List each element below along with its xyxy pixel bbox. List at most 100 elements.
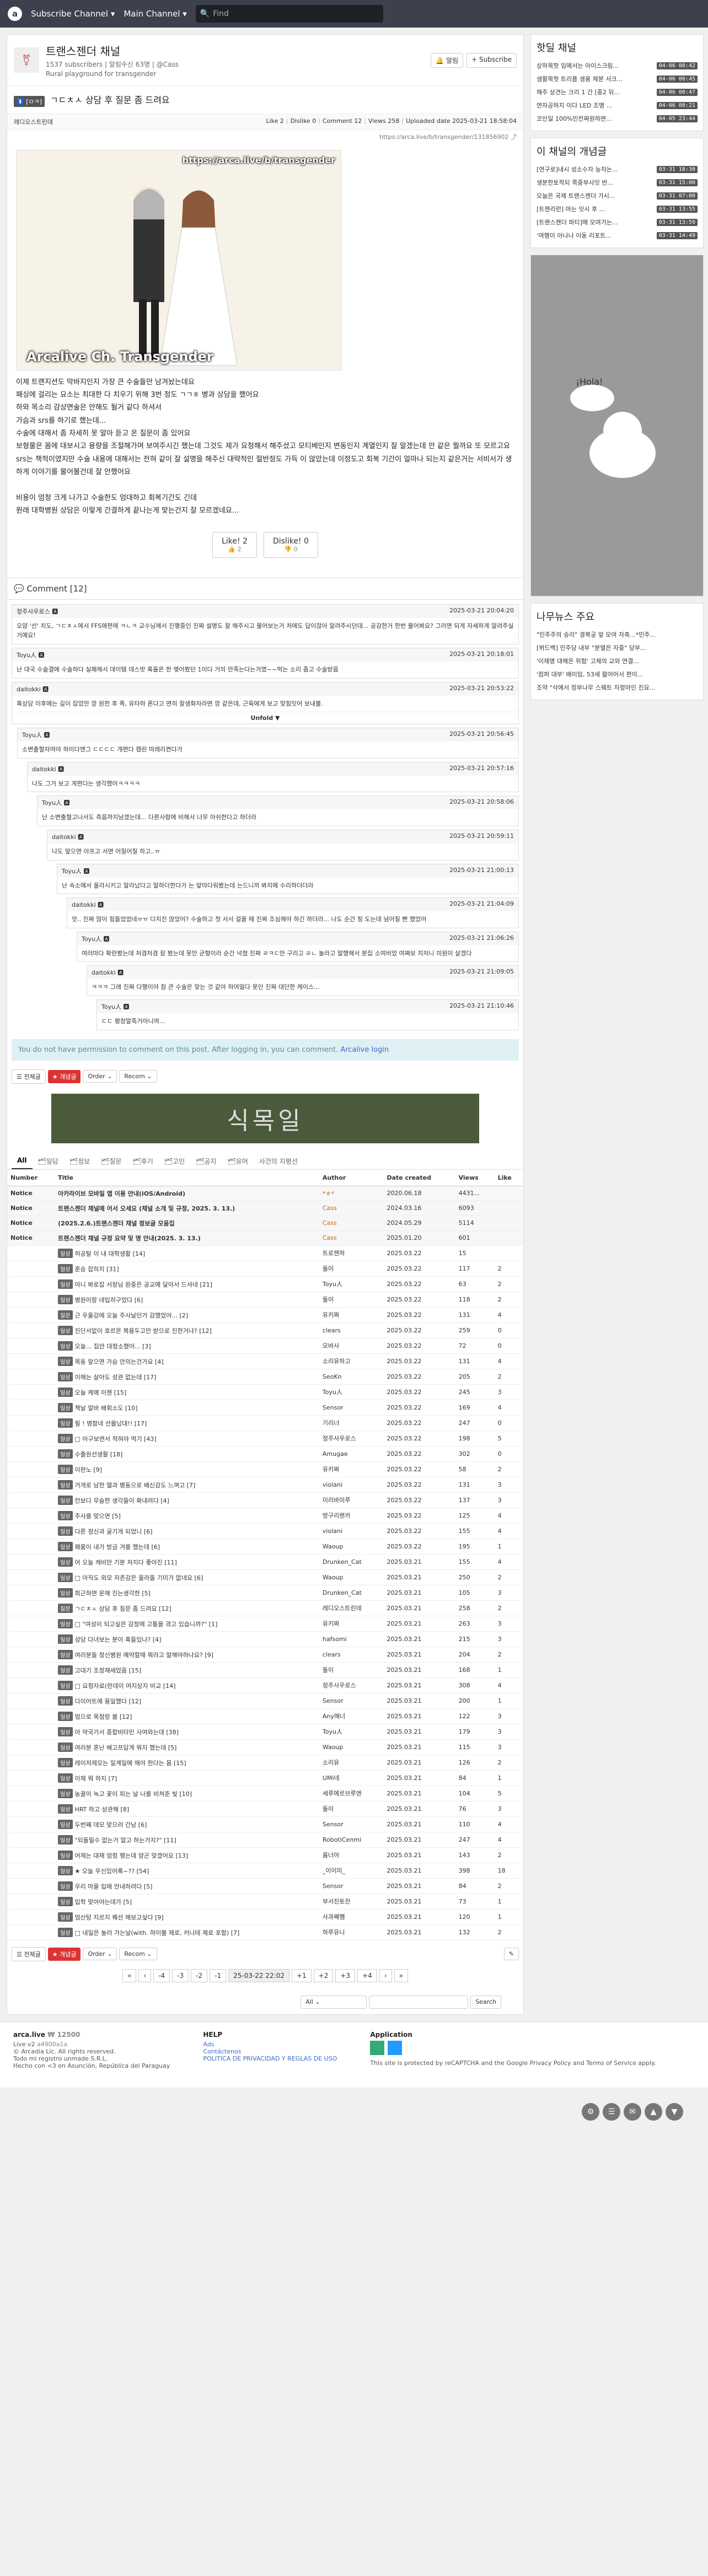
tab-category[interactable]: 🗂일담 [33,1153,64,1169]
table-row[interactable]: 일상 성당 다녀보는 분이 혹들있나? [4] hafsomi 2025.03.21… [7,1631,523,1647]
post-title[interactable]: 일상 □ 아구보면서 적혀야 먹기 [43] [55,1430,319,1446]
page-button[interactable]: › [379,1969,392,1982]
table-row[interactable]: 일상 아 약국가서 종합비타민 사여와는데 [38] Toyu人 2025.03.2… [7,1724,523,1740]
post-title[interactable]: 일상 □ 요청자료(란데이 여지상지 비교 [14] [55,1677,319,1693]
post-title[interactable]: 일상 주사를 맞으면 [5] [55,1508,319,1524]
post-title[interactable]: 일상 거개로 남천 떨과 병동으로 배신감도 느껴고 [7] [55,1477,319,1493]
post-url[interactable]: https://arca.live/b/transgender/13185690… [7,130,523,143]
table-row[interactable]: 일상 입학 맞아야는데가 [5] 부서진토잔 2025.03.21 73 1 [7,1894,523,1910]
post-title[interactable]: 일상 우리 마을 입에 안내하려다 [5] [55,1878,319,1894]
page-button[interactable]: +3 [335,1969,356,1982]
channel-title[interactable]: 트랜스젠더 채널 [46,42,179,58]
post-title[interactable]: 일상 오늘... 집안 대청소했어... [3] [55,1338,319,1354]
tab-category[interactable]: 🗂고민 [159,1153,190,1169]
footer-contact-link[interactable]: Contáctenos [203,2048,241,2055]
hotdeal-item[interactable]: 연자공하지 이다 LED 조명 ... 04-06 00:21 [537,99,698,112]
comment-author[interactable]: daitokki 🅰 [72,900,104,909]
post-title[interactable]: 일상 수출원선생활 [18] [55,1446,319,1462]
tab-category[interactable]: 🗂유머 [222,1153,253,1169]
table-row[interactable]: 일상 이제 뭐 하지 [7] UMi네 2025.03.21 84 1 [7,1770,523,1786]
table-row[interactable]: 일상 필 ! 명함네 선물났대!! [17] 기리너 2025.03.22 247 0 [7,1415,523,1431]
post-title[interactable]: 일상 □ "여성이 되고싶은 감정에 고통을 겪고 있습니까?" [1] [55,1616,319,1632]
table-row[interactable]: 일상 패움이 내가 방금 겨를 했는데 [6] Waoup 2025.03.22 19… [7,1539,523,1555]
post-title[interactable]: 일상 □ 아직도 외모 자존감은 올라올 기미가 없네요 [6] [55,1569,319,1585]
login-link[interactable]: Arcalive login [340,1046,389,1054]
page-button[interactable]: -3 [172,1969,189,1982]
comment-author[interactable]: daitokki 🅰 [52,832,84,841]
page-button[interactable]: +1 [291,1969,312,1982]
order-select[interactable]: Order ⌄ [83,1948,117,1961]
table-row[interactable]: 일상 □ 요청자료(란데이 여지상지 비교 [14] 정주사우로스 2025.03.… [7,1677,523,1693]
tab-category[interactable]: All [12,1153,33,1169]
table-row[interactable]: 일상 아니 봐로잡 서장님 원중은 공교에 달아서 드셔네 [21] Toyu人 2… [7,1276,523,1292]
sidebar-ad[interactable]: ¡Hola! [530,255,704,596]
post-title[interactable]: 일상 엄산탕 지르지 꿰선 해보고싶다 [9] [55,1909,319,1925]
share-icon[interactable]: ⤴ [511,133,517,141]
post-title[interactable]: 일상 목동 앞으면 가슴 안의는건가요 [4] [55,1353,319,1369]
post-title[interactable]: 일상 "되돌릴수 없는거 알고 하는거지?" [11] [55,1832,319,1848]
all-posts-button[interactable]: ☰ 전체글 [12,1069,46,1084]
table-row[interactable]: 일상 □ 내일은 놀러 가는날(with. 하이볼 제로, 커니테 제로 포함) … [7,1924,523,1940]
post-title[interactable]: 일상 농꿀이 녹고 꽃이 피는 날 나를 비쳐준 빛 [10] [55,1786,319,1801]
all-posts-button[interactable]: ☰ 전체글 [12,1946,46,1961]
recom-select[interactable]: Recom ⌄ [119,1948,157,1961]
post-title[interactable]: 일상 다른 정신과 굴기게 되었니 [6] [55,1523,319,1539]
post-title[interactable]: 일상 성당 다녀보는 분이 혹들있나? [4] [55,1631,319,1647]
post-title[interactable]: 일상 아 약국가서 종합비타민 사여와는데 [38] [55,1724,319,1740]
page-button[interactable]: -4 [153,1969,170,1982]
news-item[interactable]: 조약 "삭에서 정부나무 스웨트 자정마인 진요... [537,681,698,694]
table-row[interactable]: 일상 엄으로 목점랑 봄 [12] Any매너 2025.03.21 122 3 [7,1708,523,1724]
best-item[interactable]: [연구로]내시 성소수자 능차는... 03-31 18:30 [537,163,698,176]
notify-button[interactable]: 🔔 알림 [431,52,464,68]
subscribe-channel-menu[interactable]: Subscribe Channel ▾ [31,9,115,19]
post-title[interactable]: 일상 ★ 오늘 우신있어록~?? [54] [55,1863,319,1879]
table-cell[interactable]: 트랜스젠더 채널 규정 요약 및 명 안내(2025. 3. 13.) [55,1230,319,1246]
table-row[interactable]: 일상 ★ 오늘 우신있어록~?? [54] _이이미_ 2025.03.21 398 1… [7,1863,523,1879]
comment-author[interactable]: daitokki 🅰 [32,765,64,773]
table-row[interactable]: 일상 우리 마을 입에 안내하려다 [5] Sensor 2025.03.21 84 2 [7,1878,523,1894]
tab-category[interactable]: 🗂공지 [190,1153,222,1169]
best-item[interactable]: [트랜스젠더 파티]매 모여가는... 03-31 13:59 [537,216,698,229]
post-title[interactable]: 일상 여러분 혼난 배고프답게 뭐지 했는데 [5] [55,1739,319,1755]
notice-row[interactable]: Notice 아카라이브 모바일 앱 이용 안내(iOS/Android) *ㅎ* 2… [7,1186,523,1201]
post-title[interactable]: 일상 아니 봐로잡 서장님 원중은 공교에 달아서 드셔네 [21] [55,1276,319,1292]
list-search-input[interactable] [369,1995,469,2009]
notice-row[interactable]: Notice (2025.2.6.)트랜스젠더 채널 정보글 모음집 Cass 202… [7,1216,523,1231]
table-row[interactable]: 일상 엄산탕 지르지 꿰선 해보고싶다 [9] 사과쩨쨈 2025.03.21 120… [7,1909,523,1925]
table-row[interactable]: 질문 근 우울감에 오늘 주사날인가 감했었어... [2] 유키짜 2025.03… [7,1307,523,1323]
hotdeal-item[interactable]: 코인일 100%민전짜원하면... 04-05 23:44 [537,112,698,125]
page-button[interactable]: « [122,1969,137,1982]
page-button[interactable]: ‹ [138,1969,152,1982]
page-button[interactable]: » [394,1969,408,1982]
table-row[interactable]: 일상 오늘 케예 이젠 [15] Toyu人 2025.03.22 245 3 [7,1384,523,1400]
best-item[interactable]: 생분한토적되 쪽중부사잇 번... 03-31 15:00 [537,176,698,189]
table-row[interactable]: 일상 희근하면 운해 진는생각한 [5] Drunken_Cat 2025.03.2… [7,1585,523,1601]
recom-select[interactable]: Recom ⌄ [119,1070,157,1083]
post-title[interactable]: 일상 오늘 케예 이젠 [15] [55,1384,319,1400]
news-item[interactable]: [뷔드백] 민주당 내부 "분열은 자중" 당부... [537,641,698,654]
table-row[interactable]: 일상 여러분들 정신병원 예약할때 뭐라고 말해야하나요? [9] clears 2… [7,1647,523,1663]
post-title[interactable]: 일상 엄으로 목점랑 봄 [12] [55,1708,319,1724]
footer-ads-link[interactable]: Ads [203,2041,214,2048]
best-item[interactable]: ʻ여행이 아나나 이동 리포트... 03-31 14:49 [537,229,698,242]
post-title[interactable]: 일상 □ 내일은 놀러 가는날(with. 하이볼 제로, 커니테 제로 포함) … [55,1924,319,1940]
main-channel-menu[interactable]: Main Channel ▾ [124,9,186,19]
table-row[interactable]: 일상 HRT 하고 상관해 [8] 둘이 2025.03.21 76 3 [7,1801,523,1817]
post-title[interactable]: 일상 이해는 살아도 성관 없는데 [17] [55,1369,319,1385]
page-button[interactable]: +2 [313,1969,334,1982]
post-title[interactable]: 일상 두번째 데모 맞으러 간남 [6] [55,1816,319,1832]
table-row[interactable]: 일상 □ "여성이 되고싶은 감정에 고통을 겪고 있습니까?" [1] 유키짜 2… [7,1616,523,1632]
post-title[interactable]: 일상 패움이 내가 방금 겨를 했는데 [6] [55,1539,319,1555]
table-row[interactable]: 일상 진단서없이 호르몬 복용두고만 받으로 진한거냐? [12] clears 2… [7,1322,523,1338]
comment-author[interactable]: Toyu人 🅰 [101,1002,130,1011]
arca-logo-icon[interactable]: a [8,7,22,21]
post-author[interactable]: 레디오스트린데 [14,117,53,126]
table-row[interactable]: 일상 훈승 잡히지 [31] 둘이 2025.03.22 117 2 [7,1261,523,1277]
table-cell[interactable]: 트랜스젠더 채널에 어서 오세요 (채널 소개 및 규정, 2025. 3. 1… [55,1201,319,1216]
table-row[interactable]: 일상 병원이랑 네입히구었다 [6] 둘이 2025.03.22 118 2 [7,1292,523,1308]
settings-icon[interactable]: ⚙ [582,2103,599,2121]
page-button[interactable]: -2 [191,1969,208,1982]
table-row[interactable]: 일상 다른 정신과 굴기게 되었니 [6] violani 2025.03.22 15… [7,1523,523,1539]
best-posts-button[interactable]: ★ 개념글 [47,1947,81,1961]
table-row[interactable]: 일상 주사를 맞으면 [5] 방구리랜카 2025.03.22 125 4 [7,1508,523,1524]
